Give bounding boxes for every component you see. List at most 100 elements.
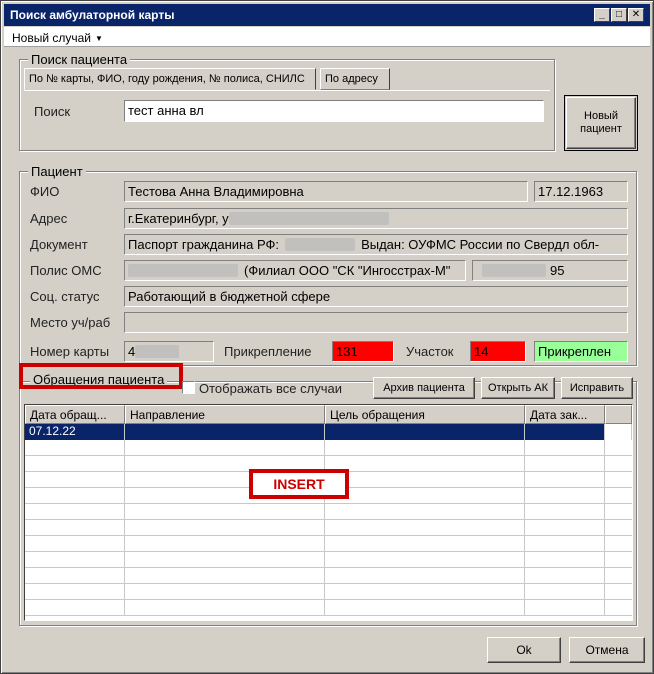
table-cell	[125, 520, 325, 536]
insert-annotation: INSERT	[253, 473, 345, 495]
cancel-button[interactable]: Отмена	[569, 637, 645, 663]
table-cell	[525, 536, 605, 552]
column-header[interactable]: Направление	[125, 405, 325, 424]
highlight-box	[19, 363, 183, 389]
table-cell	[125, 584, 325, 600]
table-cell	[325, 488, 525, 504]
tab-by-card[interactable]: По № карты, ФИО, году рождения, № полиса…	[24, 68, 316, 90]
oms-extra-field: 95	[472, 260, 628, 281]
search-input[interactable]: тест анна вл	[124, 100, 544, 122]
patient-archive-button[interactable]: Архив пациента	[373, 377, 475, 399]
search-group-label: Поиск пациента	[28, 52, 131, 67]
table-cell	[325, 424, 525, 440]
open-ak-button[interactable]: Открыть АК	[481, 377, 555, 399]
redacted-block	[285, 238, 356, 251]
search-label: Поиск	[34, 104, 71, 119]
table-cell	[525, 424, 605, 440]
table-cell	[325, 520, 525, 536]
table-row	[25, 520, 632, 536]
attachment-label: Прикрепление	[224, 344, 312, 359]
table-cell	[525, 568, 605, 584]
table-cell	[125, 568, 325, 584]
table-cell	[25, 568, 125, 584]
table-cell	[25, 520, 125, 536]
visits-table[interactable]: Дата обращ... Направление Цель обращения…	[24, 404, 633, 621]
show-all-checkbox[interactable]	[182, 381, 195, 394]
document-value: Паспорт гражданина РФ:	[128, 237, 280, 252]
table-row	[25, 568, 632, 584]
patient-group: Пациент ФИО Тестова Анна Владимировна 17…	[19, 164, 637, 366]
table-cell	[325, 440, 525, 456]
redacted-block	[135, 345, 180, 358]
column-header[interactable]: Цель обращения	[325, 405, 525, 424]
table-cell	[525, 504, 605, 520]
close-button[interactable]: ✕	[628, 8, 644, 22]
patient-group-label: Пациент	[28, 164, 86, 179]
column-header[interactable]: Дата обращ...	[25, 405, 125, 424]
table-cell	[125, 424, 325, 440]
table-cell	[125, 440, 325, 456]
table-cell	[525, 440, 605, 456]
social-field: Работающий в бюджетной сфере	[124, 286, 628, 307]
table-cell	[325, 552, 525, 568]
card-number-field: 4	[124, 341, 214, 362]
menu-new-case-label: Новый случай	[12, 31, 92, 45]
table-cell	[125, 504, 325, 520]
maximize-button[interactable]: □	[611, 8, 627, 22]
table-row	[25, 504, 632, 520]
minimize-button[interactable]: _	[594, 8, 610, 22]
table-cell	[525, 584, 605, 600]
table-cell	[525, 456, 605, 472]
oms-field: (Филиал ООО "СК "Ингосстрах-М"	[124, 260, 466, 281]
document-issued-value: Выдан: ОУФМС России по Свердл обл-	[361, 237, 600, 252]
table-cell	[325, 456, 525, 472]
address-field: г.Екатеринбург, у	[124, 208, 628, 229]
table-header: Дата обращ... Направление Цель обращения…	[25, 405, 632, 424]
menu-new-case[interactable]: Новый случай ▼	[12, 31, 103, 45]
tab-by-address[interactable]: По адресу	[320, 68, 390, 90]
document-label: Документ	[30, 237, 88, 252]
oms-suffix-value: 95	[550, 263, 565, 278]
table-cell	[25, 440, 125, 456]
birth-date-field: 17.12.1963	[534, 181, 628, 202]
table-cell	[25, 584, 125, 600]
table-cell	[525, 520, 605, 536]
table-cell	[125, 536, 325, 552]
attachment-status-field: Прикреплен	[534, 341, 628, 362]
attachment-field: 131	[332, 341, 394, 362]
card-number-label: Номер карты	[30, 344, 110, 359]
redacted-block	[128, 264, 238, 277]
table-cell	[25, 504, 125, 520]
table-cell	[325, 568, 525, 584]
redacted-block	[228, 212, 389, 225]
table-row	[25, 552, 632, 568]
table-cell	[525, 552, 605, 568]
table-row[interactable]: 07.12.22	[25, 424, 632, 440]
social-label: Соц. статус	[30, 289, 100, 304]
ok-button[interactable]: Ok	[487, 637, 561, 663]
table-cell	[525, 488, 605, 504]
table-cell	[325, 600, 525, 616]
table-cell	[25, 536, 125, 552]
oms-label: Полис ОМС	[30, 263, 102, 278]
window-title: Поиск амбулаторной карты	[10, 8, 175, 22]
table-body: 07.12.22	[25, 424, 632, 616]
search-group: Поиск пациента По № карты, ФИО, году рож…	[19, 52, 555, 151]
fio-label: ФИО	[30, 184, 60, 199]
new-patient-button[interactable]: Новый пациент	[564, 95, 638, 151]
table-cell	[525, 600, 605, 616]
workplace-field	[124, 312, 628, 333]
table-cell	[325, 472, 525, 488]
table-row	[25, 584, 632, 600]
search-card-window: Поиск амбулаторной карты _ □ ✕ Новый слу…	[0, 0, 654, 674]
column-header[interactable]: Дата зак...	[525, 405, 605, 424]
redacted-block	[482, 264, 546, 277]
title-bar[interactable]: Поиск амбулаторной карты _ □ ✕	[4, 4, 650, 26]
table-cell	[125, 600, 325, 616]
fix-button[interactable]: Исправить	[561, 377, 633, 399]
table-cell	[325, 584, 525, 600]
table-row	[25, 440, 632, 456]
show-all-label: Отображать все случаи	[199, 381, 342, 396]
address-label: Адрес	[30, 211, 68, 226]
tab-divider	[24, 90, 550, 91]
